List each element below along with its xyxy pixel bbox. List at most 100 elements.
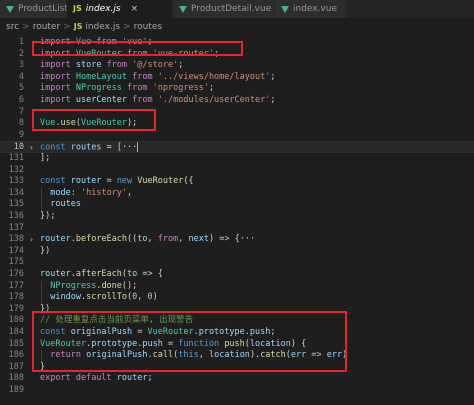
line-number: 132	[8, 164, 24, 175]
close-icon[interactable]: ×	[131, 0, 139, 18]
code-line-177[interactable]: 177 NProgress.done();	[0, 280, 474, 293]
line-number: 180	[8, 315, 24, 326]
code-text: });	[40, 211, 56, 221]
tab-productlist-vue[interactable]: ProductList.vue	[0, 0, 87, 18]
line-number: 175	[8, 257, 24, 268]
line-number: 3	[18, 60, 24, 71]
editor-tab-bar: ProductList.vue JS index.js × ProductDet…	[0, 0, 474, 18]
code-line-186[interactable]: 186 return originalPush.call(this, locat…	[0, 350, 474, 362]
tab-label: ProductDetail.vue	[191, 4, 272, 14]
code-text: router.afterEach(to => {	[40, 269, 163, 279]
indent-guide	[41, 350, 42, 362]
code-text: import NProgress from 'nprogress';	[40, 83, 215, 94]
indent-guide	[41, 187, 42, 200]
indent-guide	[41, 199, 42, 211]
tab-label: index.vue	[293, 4, 338, 14]
code-line-9[interactable]: 9	[0, 130, 474, 142]
code-text: import userCenter from './modules/userCe…	[40, 95, 276, 105]
code-text: NProgress.done();	[50, 280, 138, 291]
vue-file-icon	[281, 6, 289, 13]
code-line-3[interactable]: 3 import store from '@/store';	[0, 60, 474, 72]
code-text: return originalPush.call(this, location)…	[50, 350, 348, 361]
tab-productdetail-vue[interactable]: ProductDetail.vue	[173, 0, 275, 18]
code-text: routes	[50, 199, 81, 210]
code-line-174[interactable]: 174})	[0, 246, 474, 258]
code-line-185[interactable]: 185 VueRouter.prototype.push = function p…	[0, 339, 474, 351]
code-line-133[interactable]: 133 const router = new VueRouter({	[0, 176, 474, 188]
line-number: 179	[8, 303, 24, 314]
code-line-178[interactable]: 178 window.scrollTo(0, 0)	[0, 292, 474, 304]
code-line-176[interactable]: 176 router.afterEach(to => {	[0, 269, 474, 281]
line-number: 6	[18, 95, 24, 105]
code-line-180[interactable]: 180 // 处理重复点击当前页菜单, 出现警告	[0, 315, 474, 327]
code-text: router.beforeEach((to, from, next) => {·…	[40, 234, 256, 245]
code-line-179[interactable]: 179})	[0, 304, 474, 316]
line-number: 8	[18, 118, 24, 129]
code-line-184[interactable]: 184 const originalPush = VueRouter.protot…	[0, 327, 474, 339]
code-text: VueRouter.prototype.push = function push…	[40, 338, 307, 349]
code-line-187[interactable]: 187}	[0, 362, 474, 374]
code-text: })	[40, 245, 51, 256]
line-number: 186	[8, 350, 24, 361]
breadcrumb-symbol[interactable]: routes	[134, 22, 162, 32]
code-text: const originalPush = VueRouter.prototype…	[40, 327, 276, 337]
line-number: 5	[18, 83, 24, 94]
line-number: 174	[8, 245, 24, 256]
code-line-6[interactable]: 6 import userCenter from './modules/userC…	[0, 95, 474, 107]
code-text: ];	[40, 153, 51, 163]
code-text: }	[40, 361, 46, 372]
code-line-4[interactable]: 4 import HomeLayout from '../views/home/l…	[0, 72, 474, 84]
indent-guide	[41, 280, 42, 293]
js-file-icon: JS	[73, 22, 83, 31]
line-number: 131	[8, 153, 24, 163]
line-number: 134	[8, 187, 24, 198]
breadcrumb: src > router > JS index.js > routes	[0, 18, 474, 35]
tab-index-js[interactable]: JS index.js ×	[67, 0, 173, 18]
code-line-2[interactable]: 2 import VueRouter from 'vue-router';	[0, 49, 474, 61]
code-line-138[interactable]: 138 › router.beforeEach((to, from, next) =…	[0, 234, 474, 246]
fold-chevron-icon[interactable]: ›	[29, 234, 34, 246]
line-number: 1	[18, 37, 24, 47]
code-line-135[interactable]: 135 routes	[0, 199, 474, 211]
line-number: 7	[18, 106, 24, 117]
code-line-8[interactable]: 8 Vue.use(VueRouter);	[0, 118, 474, 130]
line-number: 178	[8, 292, 24, 303]
code-line-175[interactable]: 175	[0, 257, 474, 269]
line-number: 177	[8, 280, 24, 291]
code-line-10[interactable]: 10 › const routes = [···	[0, 141, 474, 153]
chevron-right-icon: >	[63, 22, 71, 32]
code-line-5[interactable]: 5 import NProgress from 'nprogress';	[0, 83, 474, 95]
code-text: // 处理重复点击当前页菜单, 出现警告	[40, 315, 194, 326]
line-number: 188	[8, 373, 24, 384]
code-text: mode: 'history',	[50, 187, 133, 198]
code-text: const router = new VueRouter({	[40, 176, 194, 187]
breadcrumb-file[interactable]: index.js	[85, 22, 120, 32]
text-cursor	[137, 142, 139, 153]
breadcrumb-router[interactable]: router	[33, 22, 60, 32]
line-number: 185	[8, 338, 24, 349]
code-editor[interactable]: 1 import Vue from 'vue'; 2 import VueRouter…	[0, 36, 474, 405]
line-number: 138	[8, 234, 24, 245]
tab-index-vue[interactable]: index.vue	[275, 0, 347, 18]
code-line-137[interactable]: 137	[0, 223, 474, 235]
code-line-7[interactable]: 7	[0, 107, 474, 119]
breadcrumb-src[interactable]: src	[6, 22, 19, 32]
line-number: 133	[8, 176, 24, 187]
code-line-1[interactable]: 1 import Vue from 'vue';	[0, 37, 474, 49]
code-text: Vue.use(VueRouter);	[40, 118, 138, 129]
code-line-136[interactable]: 136});	[0, 211, 474, 223]
indent-guide	[41, 292, 42, 304]
line-number: 176	[8, 269, 24, 279]
line-number: 184	[8, 327, 24, 337]
code-text: })	[40, 303, 51, 314]
code-line-132[interactable]: 132	[0, 165, 474, 177]
code-text: export default router;	[40, 373, 153, 384]
code-text: window.scrollTo(0, 0)	[50, 292, 158, 303]
code-line-189[interactable]: 189	[0, 385, 474, 397]
code-line-131[interactable]: 131];	[0, 153, 474, 165]
code-line-188[interactable]: 188 export default router;	[0, 373, 474, 385]
code-line-134[interactable]: 134 mode: 'history',	[0, 187, 474, 200]
line-number: 2	[18, 48, 24, 59]
chevron-right-icon: >	[22, 22, 30, 32]
vue-file-icon	[6, 6, 14, 13]
